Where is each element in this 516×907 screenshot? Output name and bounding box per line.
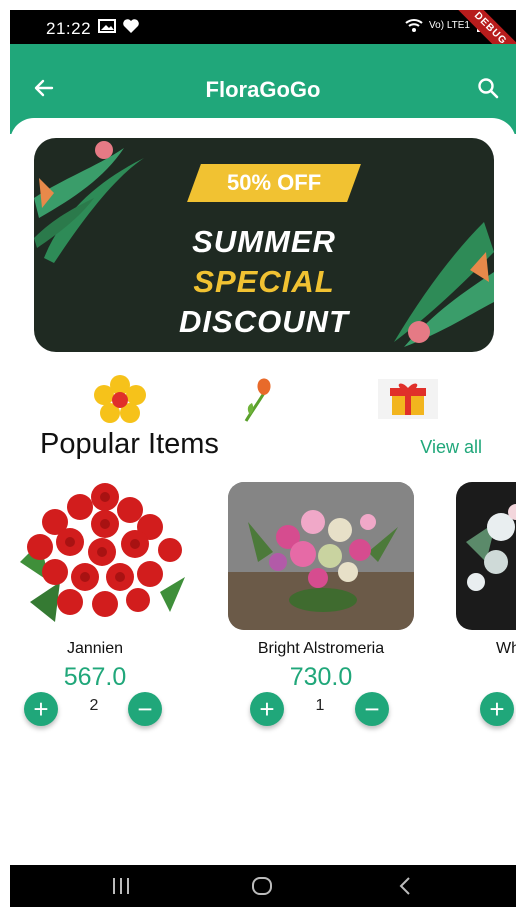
gift-icon bbox=[378, 379, 438, 419]
search-icon[interactable] bbox=[476, 76, 500, 100]
promo-banner[interactable]: 50% OFF SUMMER SPECIAL DISCOUNT bbox=[34, 138, 494, 352]
product-image-bright-alstromeria[interactable] bbox=[228, 482, 414, 630]
gallery-icon bbox=[98, 19, 116, 33]
status-bar: 21:22 Vo) LTE1 DEBUG bbox=[10, 10, 516, 78]
wifi-icon bbox=[405, 19, 423, 32]
banner-line-3: DISCOUNT bbox=[179, 304, 349, 339]
banner-line-1: SUMMER bbox=[192, 224, 336, 259]
banner-line-2: SPECIAL bbox=[193, 264, 335, 299]
product-image-partial[interactable] bbox=[456, 482, 516, 630]
category-flower[interactable] bbox=[92, 375, 152, 423]
product-price: 730.0 bbox=[289, 663, 353, 691]
product-price: 567.0 bbox=[63, 663, 127, 691]
product-image-jannien[interactable] bbox=[10, 482, 196, 630]
decrease-qty-button[interactable]: − bbox=[128, 692, 162, 726]
recent-apps-icon[interactable] bbox=[110, 875, 132, 897]
white-flowers-image bbox=[466, 504, 516, 591]
status-time: 21:22 bbox=[46, 19, 92, 38]
view-all-link[interactable]: View all bbox=[420, 437, 482, 458]
system-nav-bar bbox=[10, 865, 516, 907]
home-icon[interactable] bbox=[250, 875, 274, 897]
app-title: FloraGoGo bbox=[205, 77, 321, 102]
decrease-qty-button[interactable]: − bbox=[355, 692, 389, 726]
offer-tag: 50% OFF bbox=[187, 164, 361, 202]
category-gift[interactable] bbox=[378, 375, 438, 423]
flower-icon bbox=[94, 375, 146, 423]
bouquet-image bbox=[228, 482, 414, 630]
back-nav-icon[interactable] bbox=[395, 875, 415, 897]
app-screen: 21:22 Vo) LTE1 DEBUG FloraGoGo 50% OFF S… bbox=[10, 10, 516, 907]
product-quantity: 1 bbox=[315, 697, 325, 714]
tulip-icon bbox=[244, 378, 271, 422]
product-name: Bright Alstromeria bbox=[257, 640, 385, 657]
network-label: Vo) LTE1 bbox=[429, 19, 470, 31]
increase-qty-button[interactable]: + bbox=[250, 692, 284, 726]
category-tulip[interactable] bbox=[238, 375, 298, 423]
popular-items-title: Popular Items bbox=[40, 428, 219, 460]
product-name: Wh bbox=[496, 640, 516, 657]
status-notification-icons bbox=[98, 18, 140, 34]
product-quantity: 2 bbox=[89, 697, 99, 714]
offer-text: 50% OFF bbox=[226, 170, 322, 195]
heart-icon bbox=[123, 19, 139, 33]
increase-qty-button[interactable]: + bbox=[24, 692, 58, 726]
product-name: Jannien bbox=[66, 640, 124, 657]
increase-qty-button[interactable]: + bbox=[480, 692, 514, 726]
red-roses-image bbox=[20, 483, 185, 622]
